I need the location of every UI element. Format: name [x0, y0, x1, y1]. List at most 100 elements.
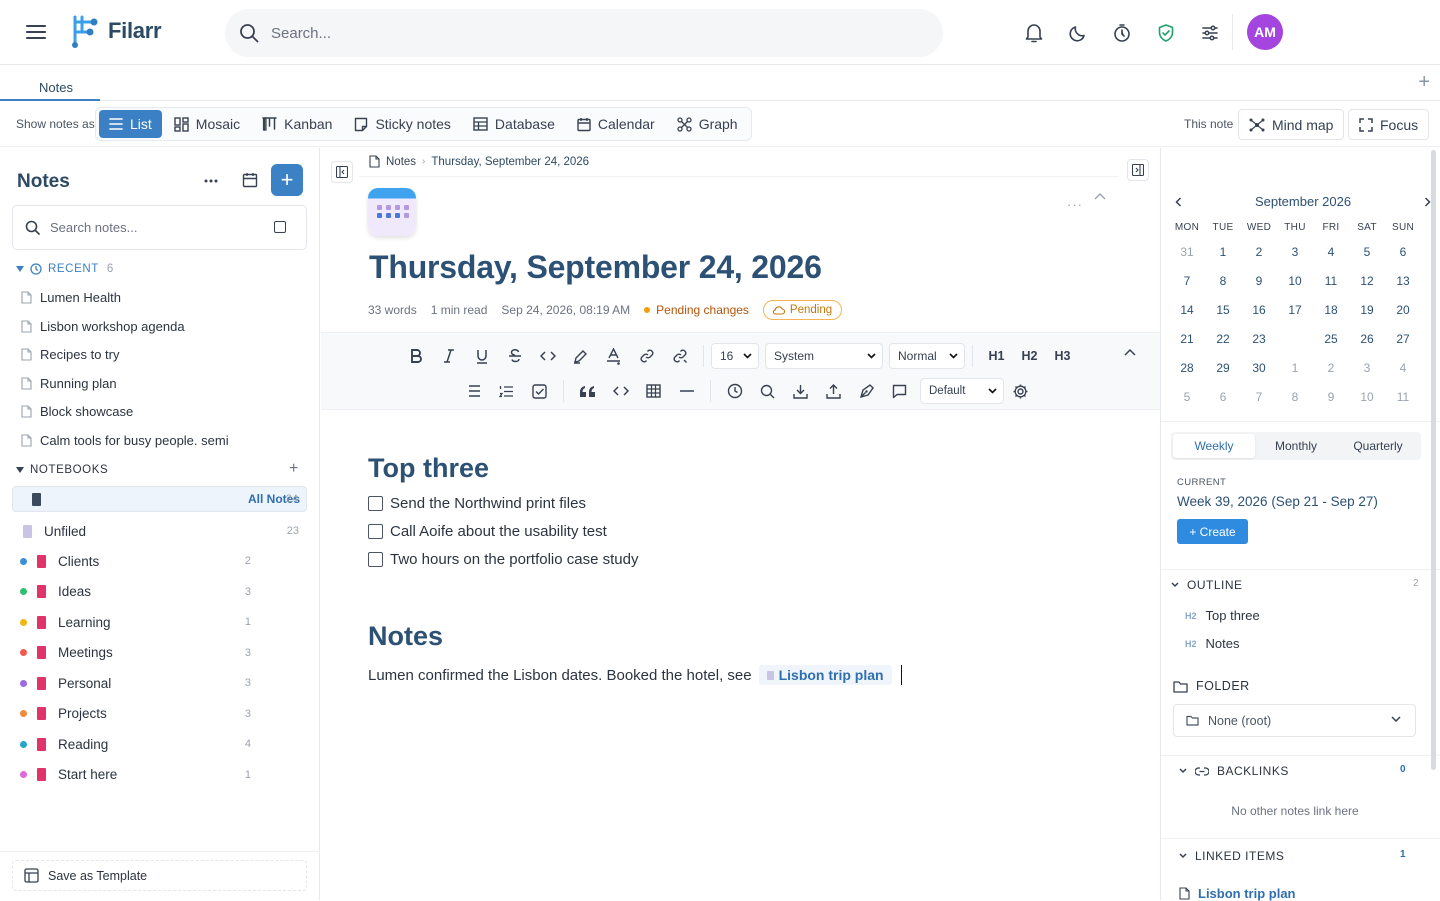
view-graph-button[interactable]: Graph: [667, 110, 748, 138]
notebook-item[interactable]: Learning 1: [12, 608, 307, 636]
collapse-sidebar-button[interactable]: [331, 161, 353, 183]
font-family-select[interactable]: System: [765, 343, 883, 369]
calendar-day[interactable]: 16: [1241, 296, 1277, 325]
calendar-day[interactable]: 31: [1169, 238, 1205, 267]
linked-item[interactable]: Lisbon trip plan: [1179, 886, 1296, 901]
calendar-day[interactable]: 12: [1349, 267, 1385, 296]
sidebar-more-button[interactable]: [204, 174, 226, 188]
calendar-day-today[interactable]: 24: [1277, 325, 1313, 354]
calendar-day[interactable]: 28: [1169, 354, 1205, 383]
find-button[interactable]: [751, 378, 784, 404]
collapse-right-panel-button[interactable]: [1127, 159, 1149, 181]
notifications-button[interactable]: [1012, 20, 1056, 46]
calendar-day[interactable]: 21: [1169, 325, 1205, 354]
view-list-button[interactable]: List: [99, 110, 162, 138]
new-note-button[interactable]: +: [271, 164, 303, 196]
hamburger-menu-button[interactable]: [22, 18, 50, 46]
task-checkbox[interactable]: [368, 495, 383, 511]
recent-note-item[interactable]: Calm tools for busy people. semi: [21, 433, 229, 448]
calendar-day[interactable]: 22: [1205, 325, 1241, 354]
calendar-day[interactable]: 15: [1205, 296, 1241, 325]
global-search[interactable]: [225, 9, 943, 57]
strikethrough-button[interactable]: [498, 343, 531, 369]
download-button[interactable]: [784, 378, 817, 404]
collapse-toolbar-button[interactable]: [1124, 348, 1136, 356]
calendar-day[interactable]: 3: [1349, 354, 1385, 383]
calendar-day[interactable]: 5: [1169, 383, 1205, 412]
task-checkbox[interactable]: [368, 551, 383, 567]
outline-item[interactable]: H2 Top three: [1185, 608, 1260, 623]
calendar-day[interactable]: 19: [1349, 296, 1385, 325]
quote-button[interactable]: [571, 378, 604, 404]
calendar-day[interactable]: 3: [1277, 238, 1313, 267]
notes-search[interactable]: [12, 205, 307, 250]
collapse-header-button[interactable]: [1094, 192, 1106, 200]
add-tab-button[interactable]: +: [1418, 72, 1430, 92]
notebook-unfiled[interactable]: Unfiled 23: [12, 517, 307, 545]
calendar-day[interactable]: 9: [1313, 383, 1349, 412]
add-notebook-button[interactable]: +: [289, 460, 298, 478]
code-block-button[interactable]: [604, 378, 637, 404]
calendar-day[interactable]: 18: [1313, 296, 1349, 325]
link-button[interactable]: [630, 343, 663, 369]
sidebar-calendar-button[interactable]: [242, 172, 258, 188]
view-kanban-button[interactable]: Kanban: [252, 110, 342, 138]
outline-section-header[interactable]: OUTLINE: [1171, 578, 1243, 592]
tab-notes[interactable]: Notes: [0, 65, 100, 101]
draw-button[interactable]: [850, 378, 883, 404]
timer-button[interactable]: [1100, 20, 1144, 46]
text-color-button[interactable]: [597, 343, 630, 369]
calendar-day[interactable]: 4: [1313, 238, 1349, 267]
period-weekly-button[interactable]: Weekly: [1173, 434, 1255, 458]
bullet-list-button[interactable]: [457, 378, 490, 404]
bold-button[interactable]: [399, 343, 432, 369]
note-title[interactable]: Thursday, September 24, 2026: [369, 249, 822, 286]
calendar-day[interactable]: 23: [1241, 325, 1277, 354]
right-panel-scrollbar[interactable]: [1431, 150, 1436, 770]
backlinks-section-header[interactable]: BACKLINKS: [1179, 764, 1289, 778]
notebook-item[interactable]: Clients 2: [12, 547, 307, 575]
user-avatar[interactable]: AM: [1247, 14, 1283, 50]
notebook-all-notes[interactable]: All Notes 24: [12, 486, 307, 512]
calendar-day[interactable]: 6: [1205, 383, 1241, 412]
heading-1-button[interactable]: H1: [980, 349, 1013, 363]
calendar-day[interactable]: 2: [1241, 238, 1277, 267]
calendar-day[interactable]: 6: [1385, 238, 1421, 267]
select-mode-checkbox[interactable]: [274, 221, 286, 233]
mind-map-button[interactable]: Mind map: [1238, 109, 1345, 140]
app-logo[interactable]: Filarr: [70, 14, 162, 48]
notebook-item[interactable]: Personal 3: [12, 669, 307, 697]
calendar-day[interactable]: 4: [1385, 354, 1421, 383]
dark-mode-button[interactable]: [1056, 20, 1100, 46]
note-link-chip[interactable]: Lisbon trip plan: [758, 665, 892, 685]
breadcrumb-root[interactable]: Notes: [386, 156, 416, 168]
editor-settings-button[interactable]: [1004, 378, 1037, 404]
highlight-button[interactable]: [564, 343, 597, 369]
save-as-template-button[interactable]: Save as Template: [12, 860, 307, 891]
history-button[interactable]: [718, 378, 751, 404]
calendar-day[interactable]: 8: [1205, 267, 1241, 296]
calendar-day[interactable]: 11: [1313, 267, 1349, 296]
calendar-day[interactable]: 30: [1241, 354, 1277, 383]
numbered-list-button[interactable]: [490, 378, 523, 404]
heading-2-button[interactable]: H2: [1013, 349, 1046, 363]
period-quarterly-button[interactable]: Quarterly: [1337, 434, 1419, 458]
inline-code-button[interactable]: [531, 343, 564, 369]
calendar-day[interactable]: 10: [1349, 383, 1385, 412]
calendar-day[interactable]: 17: [1277, 296, 1313, 325]
share-button[interactable]: [817, 378, 850, 404]
calendar-day[interactable]: 1: [1205, 238, 1241, 267]
comment-button[interactable]: [883, 378, 916, 404]
recent-note-item[interactable]: Lumen Health: [21, 290, 121, 305]
view-calendar-button[interactable]: Calendar: [567, 110, 665, 138]
recent-note-item[interactable]: Lisbon workshop agenda: [21, 319, 185, 334]
note-body[interactable]: Top three Send the Northwind print files…: [368, 453, 902, 685]
calendar-day[interactable]: 20: [1385, 296, 1421, 325]
outline-item[interactable]: H2 Notes: [1185, 636, 1239, 651]
notebook-item[interactable]: Start here 1: [12, 761, 307, 789]
theme-select[interactable]: Default: [920, 378, 1004, 404]
task-checkbox[interactable]: [368, 523, 383, 539]
view-sticky-notes-button[interactable]: Sticky notes: [344, 110, 460, 138]
calendar-day[interactable]: 1: [1277, 354, 1313, 383]
italic-button[interactable]: [432, 343, 465, 369]
